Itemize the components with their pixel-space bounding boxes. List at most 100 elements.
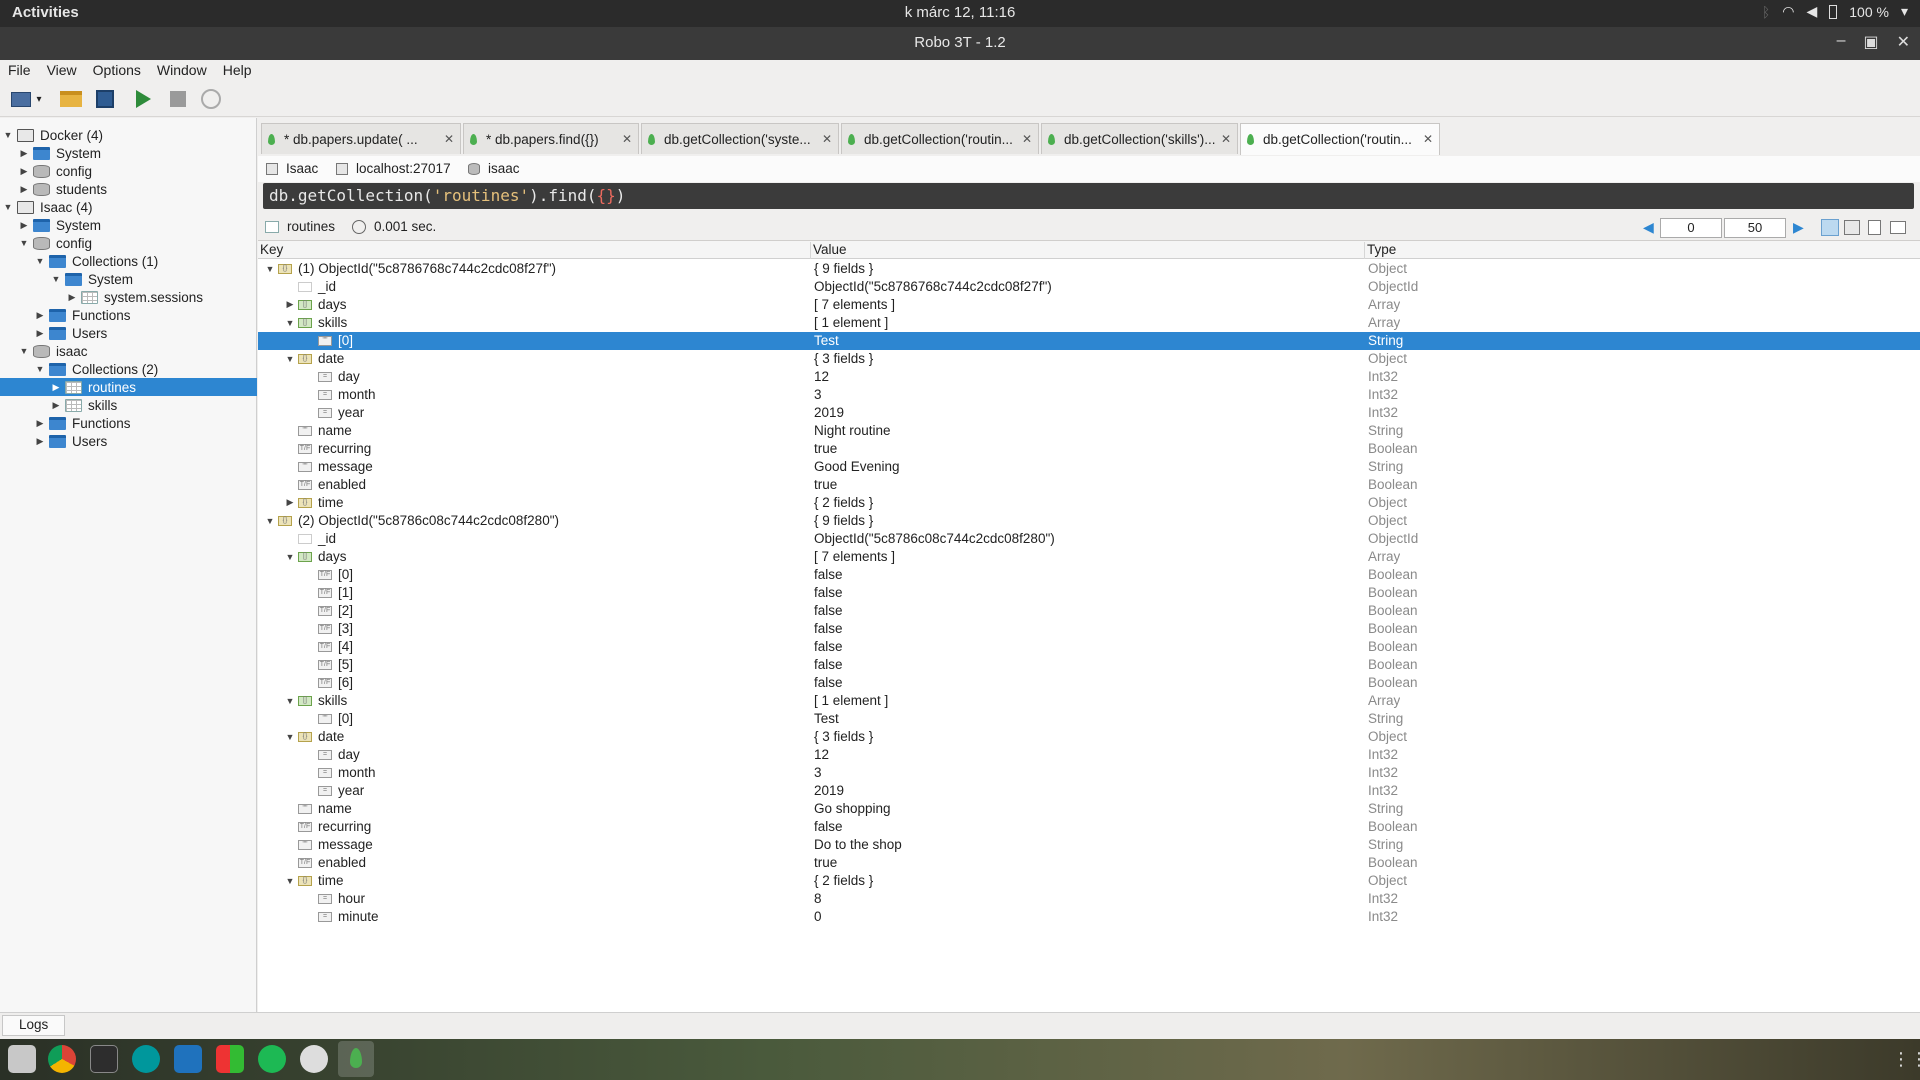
expand-down-icon[interactable]: ▼ bbox=[262, 264, 278, 274]
tree-item[interactable]: ▶ System bbox=[0, 216, 257, 234]
robo3t-dock-item[interactable] bbox=[338, 1041, 374, 1077]
table-row[interactable]: ▼{} date { 3 fields } Object bbox=[258, 728, 1920, 746]
tree-item[interactable]: ▼ Docker (4) bbox=[0, 126, 257, 144]
expand-down-icon[interactable]: ▼ bbox=[34, 256, 46, 266]
table-row[interactable]: ▼[] days [ 7 elements ] Array bbox=[258, 548, 1920, 566]
query-tab[interactable]: db.getCollection('skills')... ✕ bbox=[1041, 123, 1238, 154]
expand-right-icon[interactable]: ▶ bbox=[282, 497, 298, 508]
expand-right-icon[interactable]: ▶ bbox=[50, 400, 62, 411]
tree-view-icon[interactable] bbox=[1821, 219, 1839, 236]
maximize-icon[interactable]: ▣ bbox=[1863, 32, 1878, 52]
table-row[interactable]: ▼[] skills [ 1 element ] Array bbox=[258, 692, 1920, 710]
table-row[interactable]: = year 2019 Int32 bbox=[258, 404, 1920, 422]
close-tab-icon[interactable]: ✕ bbox=[1221, 132, 1231, 146]
expand-down-icon[interactable]: ▼ bbox=[262, 516, 278, 526]
column-type-header[interactable]: Type bbox=[1365, 242, 1920, 259]
table-row[interactable]: T/F [3] false Boolean bbox=[258, 620, 1920, 638]
tree-item[interactable]: ▶ Functions bbox=[0, 306, 257, 324]
expand-down-icon[interactable]: ▼ bbox=[282, 732, 298, 742]
table-row[interactable]: = day 12 Int32 bbox=[258, 746, 1920, 764]
terminal-icon[interactable] bbox=[90, 1045, 118, 1073]
close-tab-icon[interactable]: ✕ bbox=[1022, 132, 1032, 146]
expand-right-icon[interactable]: ▶ bbox=[34, 328, 46, 339]
connect-dropdown[interactable]: ▾ bbox=[32, 87, 46, 111]
query-editor[interactable]: db.getCollection('routines').find({}) bbox=[263, 183, 1914, 209]
expand-right-icon[interactable]: ▶ bbox=[34, 436, 46, 447]
expand-down-icon[interactable]: ▼ bbox=[2, 130, 14, 140]
table-row[interactable]: = year 2019 Int32 bbox=[258, 782, 1920, 800]
arduino-icon[interactable] bbox=[132, 1045, 160, 1073]
results-grid[interactable]: Key Value Type ▼{} (1) ObjectId("5c878676… bbox=[258, 241, 1920, 1012]
tree-item[interactable]: ▶ skills bbox=[0, 396, 257, 414]
next-page-icon[interactable]: ▶ bbox=[1793, 219, 1804, 236]
table-row[interactable]: T/F enabled true Boolean bbox=[258, 476, 1920, 494]
expand-down-icon[interactable]: ▼ bbox=[282, 552, 298, 562]
expand-down-icon[interactable]: ▼ bbox=[282, 696, 298, 706]
table-row[interactable]: ▼{} date { 3 fields } Object bbox=[258, 350, 1920, 368]
menu-view[interactable]: View bbox=[39, 60, 85, 82]
table-row[interactable]: T/F [5] false Boolean bbox=[258, 656, 1920, 674]
table-row[interactable]: ▼[] skills [ 1 element ] Array bbox=[258, 314, 1920, 332]
table-row[interactable]: T/F [2] false Boolean bbox=[258, 602, 1920, 620]
expand-right-icon[interactable]: ▶ bbox=[282, 299, 298, 310]
close-tab-icon[interactable]: ✕ bbox=[622, 132, 632, 146]
orientation-button[interactable] bbox=[198, 87, 224, 111]
menu-help[interactable]: Help bbox=[215, 60, 260, 82]
tree-item[interactable]: ▼ Isaac (4) bbox=[0, 198, 257, 216]
query-tab[interactable]: db.getCollection('routin... ✕ bbox=[1240, 123, 1440, 155]
expand-down-icon[interactable]: ▼ bbox=[18, 238, 30, 248]
expand-down-icon[interactable]: ▼ bbox=[2, 202, 14, 212]
query-tab[interactable]: db.getCollection('routin... ✕ bbox=[841, 123, 1039, 154]
table-row[interactable]: = day 12 Int32 bbox=[258, 368, 1920, 386]
column-key-header[interactable]: Key bbox=[258, 242, 811, 259]
table-row[interactable]: T/F recurring true Boolean bbox=[258, 440, 1920, 458]
menu-window[interactable]: Window bbox=[149, 60, 215, 82]
connect-button[interactable] bbox=[8, 87, 34, 111]
table-row[interactable]: "" message Good Evening String bbox=[258, 458, 1920, 476]
table-row[interactable]: = month 3 Int32 bbox=[258, 764, 1920, 782]
table-row[interactable]: _id ObjectId("5c8786768c744c2cdc08f27f") O… bbox=[258, 278, 1920, 296]
spotify-icon[interactable] bbox=[258, 1045, 286, 1073]
skip-input[interactable]: 0 bbox=[1660, 218, 1722, 238]
expand-right-icon[interactable]: ▶ bbox=[66, 292, 78, 303]
table-row[interactable]: = month 3 Int32 bbox=[258, 386, 1920, 404]
limit-input[interactable]: 50 bbox=[1724, 218, 1786, 238]
table-row[interactable]: "" [0] Test String bbox=[258, 710, 1920, 728]
table-row[interactable]: ▼{} (2) ObjectId("5c8786c08c744c2cdc08f28… bbox=[258, 512, 1920, 530]
execute-button[interactable] bbox=[130, 87, 156, 111]
tree-item[interactable]: ▶ config bbox=[0, 162, 257, 180]
close-tab-icon[interactable]: ✕ bbox=[1423, 132, 1433, 146]
table-row[interactable]: T/F enabled true Boolean bbox=[258, 854, 1920, 872]
tree-item[interactable]: ▶ Users bbox=[0, 432, 257, 450]
software-updater-icon[interactable] bbox=[300, 1045, 328, 1073]
app-grid-icon[interactable]: ⋮⋮ bbox=[1892, 1049, 1920, 1070]
table-row[interactable]: "" name Go shopping String bbox=[258, 800, 1920, 818]
menu-options[interactable]: Options bbox=[85, 60, 149, 82]
table-row[interactable]: _id ObjectId("5c8786c08c744c2cdc08f280") O… bbox=[258, 530, 1920, 548]
tree-item[interactable]: ▼ Collections (2) bbox=[0, 360, 257, 378]
expand-down-icon[interactable]: ▼ bbox=[282, 318, 298, 328]
expand-right-icon[interactable]: ▶ bbox=[18, 148, 30, 159]
activities-button[interactable]: Activities bbox=[12, 4, 79, 21]
detach-icon[interactable] bbox=[1890, 221, 1906, 234]
expand-down-icon[interactable]: ▼ bbox=[282, 876, 298, 886]
stop-button[interactable] bbox=[165, 87, 191, 111]
expand-down-icon[interactable]: ▼ bbox=[50, 274, 62, 284]
expand-down-icon[interactable]: ▼ bbox=[18, 346, 30, 356]
query-tab[interactable]: db.getCollection('syste... ✕ bbox=[641, 123, 839, 154]
table-row[interactable]: "" [0] Test String bbox=[258, 332, 1920, 350]
table-row[interactable]: = minute 0 Int32 bbox=[258, 908, 1920, 926]
table-row[interactable]: T/F [0] false Boolean bbox=[258, 566, 1920, 584]
expand-down-icon[interactable]: ▼ bbox=[34, 364, 46, 374]
table-row[interactable]: "" name Night routine String bbox=[258, 422, 1920, 440]
tree-item[interactable]: ▶ routines bbox=[0, 378, 257, 396]
table-row[interactable]: ▶{} time { 2 fields } Object bbox=[258, 494, 1920, 512]
expand-down-icon[interactable]: ▼ bbox=[282, 354, 298, 364]
files-icon[interactable] bbox=[8, 1045, 36, 1073]
query-tab[interactable]: * db.papers.find({}) ✕ bbox=[463, 123, 639, 154]
expand-right-icon[interactable]: ▶ bbox=[18, 166, 30, 177]
clock[interactable]: k márc 12, 11:16 bbox=[0, 4, 1920, 21]
previous-page-icon[interactable]: ◀ bbox=[1643, 219, 1654, 236]
close-tab-icon[interactable]: ✕ bbox=[444, 132, 454, 146]
table-row[interactable]: T/F [1] false Boolean bbox=[258, 584, 1920, 602]
